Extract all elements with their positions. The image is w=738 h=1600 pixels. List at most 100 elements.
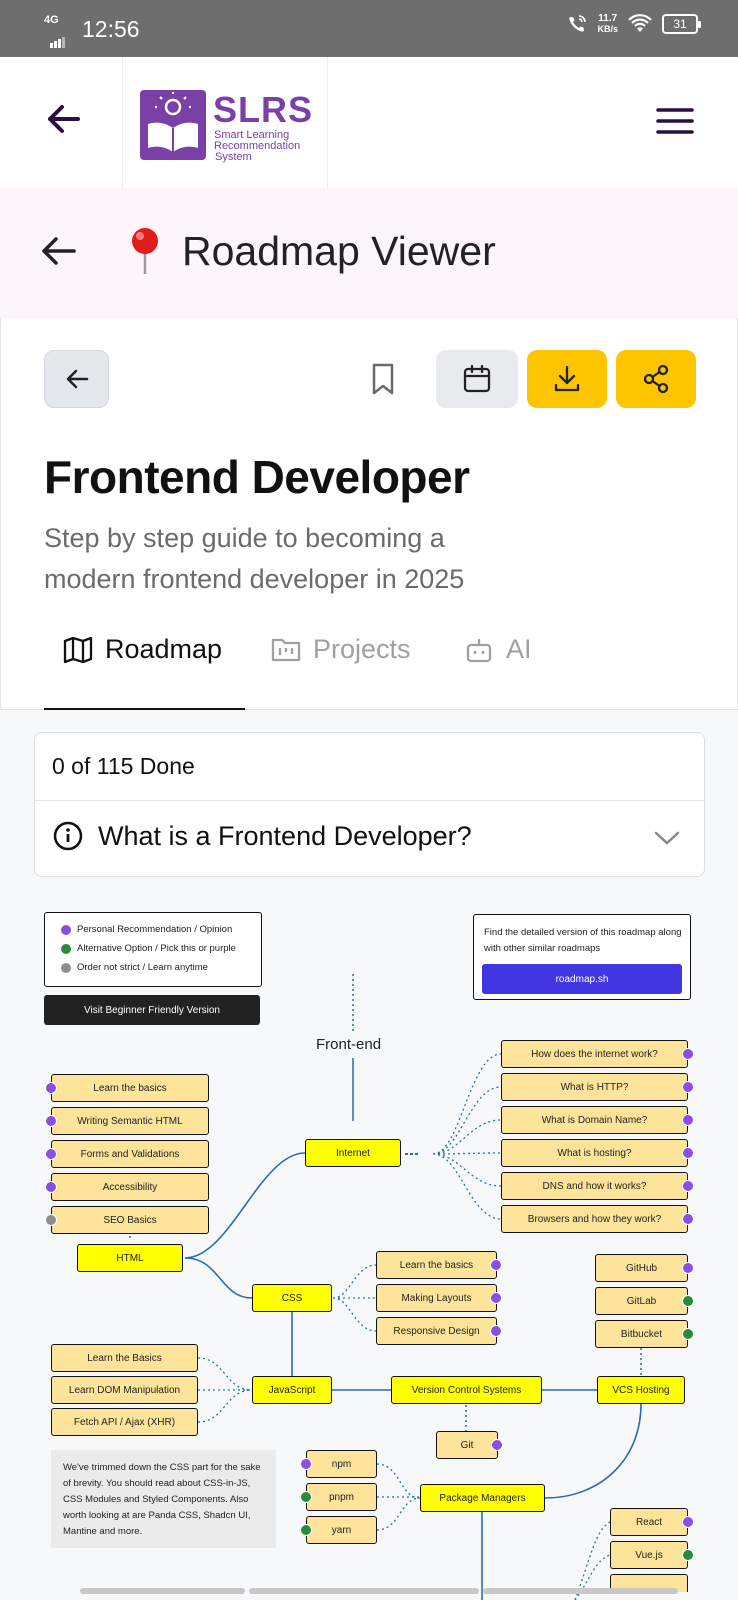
node-css[interactable]: CSS [252,1284,332,1312]
legend: Personal Recommendation / Opinion Altern… [44,912,262,987]
expand-dots-icon [405,1153,418,1155]
tab-label: AI [506,634,532,664]
menu-icon [656,108,694,134]
node-javascript[interactable]: JavaScript [252,1376,332,1404]
topic-node[interactable]: Bitbucket [595,1320,688,1348]
topic-node[interactable]: How does the internet work? [501,1040,688,1068]
topic-node[interactable]: Making Layouts [376,1284,497,1312]
roadmap-sh-button[interactable]: roadmap.sh [482,964,682,994]
topic-node[interactable]: What is HTTP? [501,1073,688,1101]
hamburger-menu-button[interactable] [656,107,694,140]
schedule-button[interactable] [436,350,518,408]
roadmap-tabs: Roadmap Projects AI [1,618,738,712]
network-speed: 11.7 KB/s [597,13,618,35]
purple-check-icon [45,1148,57,1160]
bookmark-button[interactable] [357,350,409,408]
legend-item: Personal Recommendation / Opinion [61,924,232,935]
wifi-icon [628,14,652,32]
node-internet[interactable]: Internet [305,1139,401,1167]
roadmap-diagram: Personal Recommendation / Opinion Altern… [0,900,738,1600]
green-check-icon [682,1295,694,1307]
app-logo[interactable]: SLRS Smart Learning Recommendation Syste… [122,57,328,188]
arrow-left-icon [42,237,76,265]
faq-toggle[interactable]: What is a Frontend Developer? [52,820,472,852]
wifi-call-icon [569,15,587,32]
topic-node[interactable]: Learn the basics [376,1251,497,1279]
node-vcs-hosting[interactable]: VCS Hosting [597,1376,685,1404]
topic-node[interactable]: Writing Semantic HTML [51,1107,209,1135]
topic-node[interactable]: Accessibility [51,1173,209,1201]
topic-node[interactable]: yarn [306,1516,377,1544]
purple-check-icon [45,1181,57,1193]
css-trim-note: We've trimmed down the CSS part for the … [51,1450,276,1548]
node-package-managers[interactable]: Package Managers [420,1484,545,1512]
topic-node[interactable]: Responsive Design [376,1317,497,1345]
purple-check-icon [300,1458,312,1470]
pushpin-icon [128,226,162,281]
purple-check-icon [682,1516,694,1528]
roadmap-description: Step by step guide to becoming a modern … [44,523,465,594]
download-icon [554,365,580,392]
purple-check-icon [490,1292,502,1304]
horizontal-scrollbar[interactable] [80,1588,680,1594]
topic-node[interactable]: npm [306,1450,377,1478]
book-bulb-icon [140,90,206,160]
faq-question: What is a Frontend Developer? [98,820,472,851]
promo-text: Find the detailed version of this roadma… [484,927,682,954]
download-button[interactable] [527,350,607,408]
legend-item: Alternative Option / Pick this or purple [61,943,236,954]
tab-label: Roadmap [105,634,223,664]
green-check-icon [300,1491,312,1503]
topic-node[interactable]: SEO Basics [51,1206,209,1234]
progress-card: 0 of 115 Done What is a Frontend Develop… [34,732,705,877]
grey-check-icon [45,1214,57,1226]
node-version-control[interactable]: Version Control Systems [391,1376,542,1404]
roadmap-sh-promo: Find the detailed version of this roadma… [473,914,691,1000]
header-back-button[interactable] [44,99,84,144]
green-check-icon [682,1328,694,1340]
topic-node[interactable]: React [610,1508,688,1536]
progress-count: 0 of 115 Done [52,753,195,779]
node-git[interactable]: Git [436,1431,498,1459]
tab-ai[interactable]: AI [464,634,532,665]
purple-check-icon [491,1439,503,1451]
topic-node[interactable]: What is Domain Name? [501,1106,688,1134]
legend-item: Order not strict / Learn anytime [61,962,208,973]
topic-node[interactable]: GitHub [595,1254,688,1282]
viewer-back-button[interactable] [40,234,78,273]
green-check-icon [300,1524,312,1536]
green-check-icon [682,1549,694,1561]
purple-check-icon [45,1082,57,1094]
topic-node[interactable]: Learn the basics [51,1074,209,1102]
bot-icon [466,638,492,662]
topic-node[interactable]: Forms and Validations [51,1140,209,1168]
topic-node[interactable]: Learn DOM Manipulation [51,1376,198,1404]
node-html[interactable]: HTML [77,1244,183,1272]
topic-node[interactable]: DNS and how it works? [501,1172,688,1200]
tab-projects[interactable]: Projects [271,634,411,665]
purple-check-icon [490,1259,502,1271]
topic-node[interactable]: Fetch API / Ajax (XHR) [51,1408,198,1436]
battery-indicator: 31 [662,14,701,34]
tab-roadmap[interactable]: Roadmap [63,634,222,665]
topic-node[interactable]: GitLab [595,1287,688,1315]
roadmap-back-button[interactable] [44,350,109,408]
share-button[interactable] [616,350,696,408]
roadmap-content: 0 of 115 Done What is a Frontend Develop… [0,710,738,1600]
topic-node[interactable]: Browsers and how they work? [501,1205,688,1233]
beginner-version-button[interactable]: Visit Beginner Friendly Version [44,995,260,1025]
arrow-left-icon [66,369,88,389]
divider [35,800,704,801]
purple-check-icon [682,1213,694,1225]
roadmap-title: Frontend Developer [44,451,470,503]
purple-check-icon [61,924,71,935]
topic-node[interactable]: Vue.js [610,1541,688,1569]
topic-node[interactable]: What is hosting? [501,1139,688,1167]
bookmark-icon [372,363,394,395]
topic-node[interactable]: pnpm [306,1483,377,1511]
chevron-down-icon[interactable] [654,830,680,846]
clock: 12:56 [82,16,140,42]
purple-check-icon [45,1115,57,1127]
topic-node[interactable]: Learn the Basics [51,1344,198,1372]
viewer-bar: Roadmap Viewer [0,188,738,318]
